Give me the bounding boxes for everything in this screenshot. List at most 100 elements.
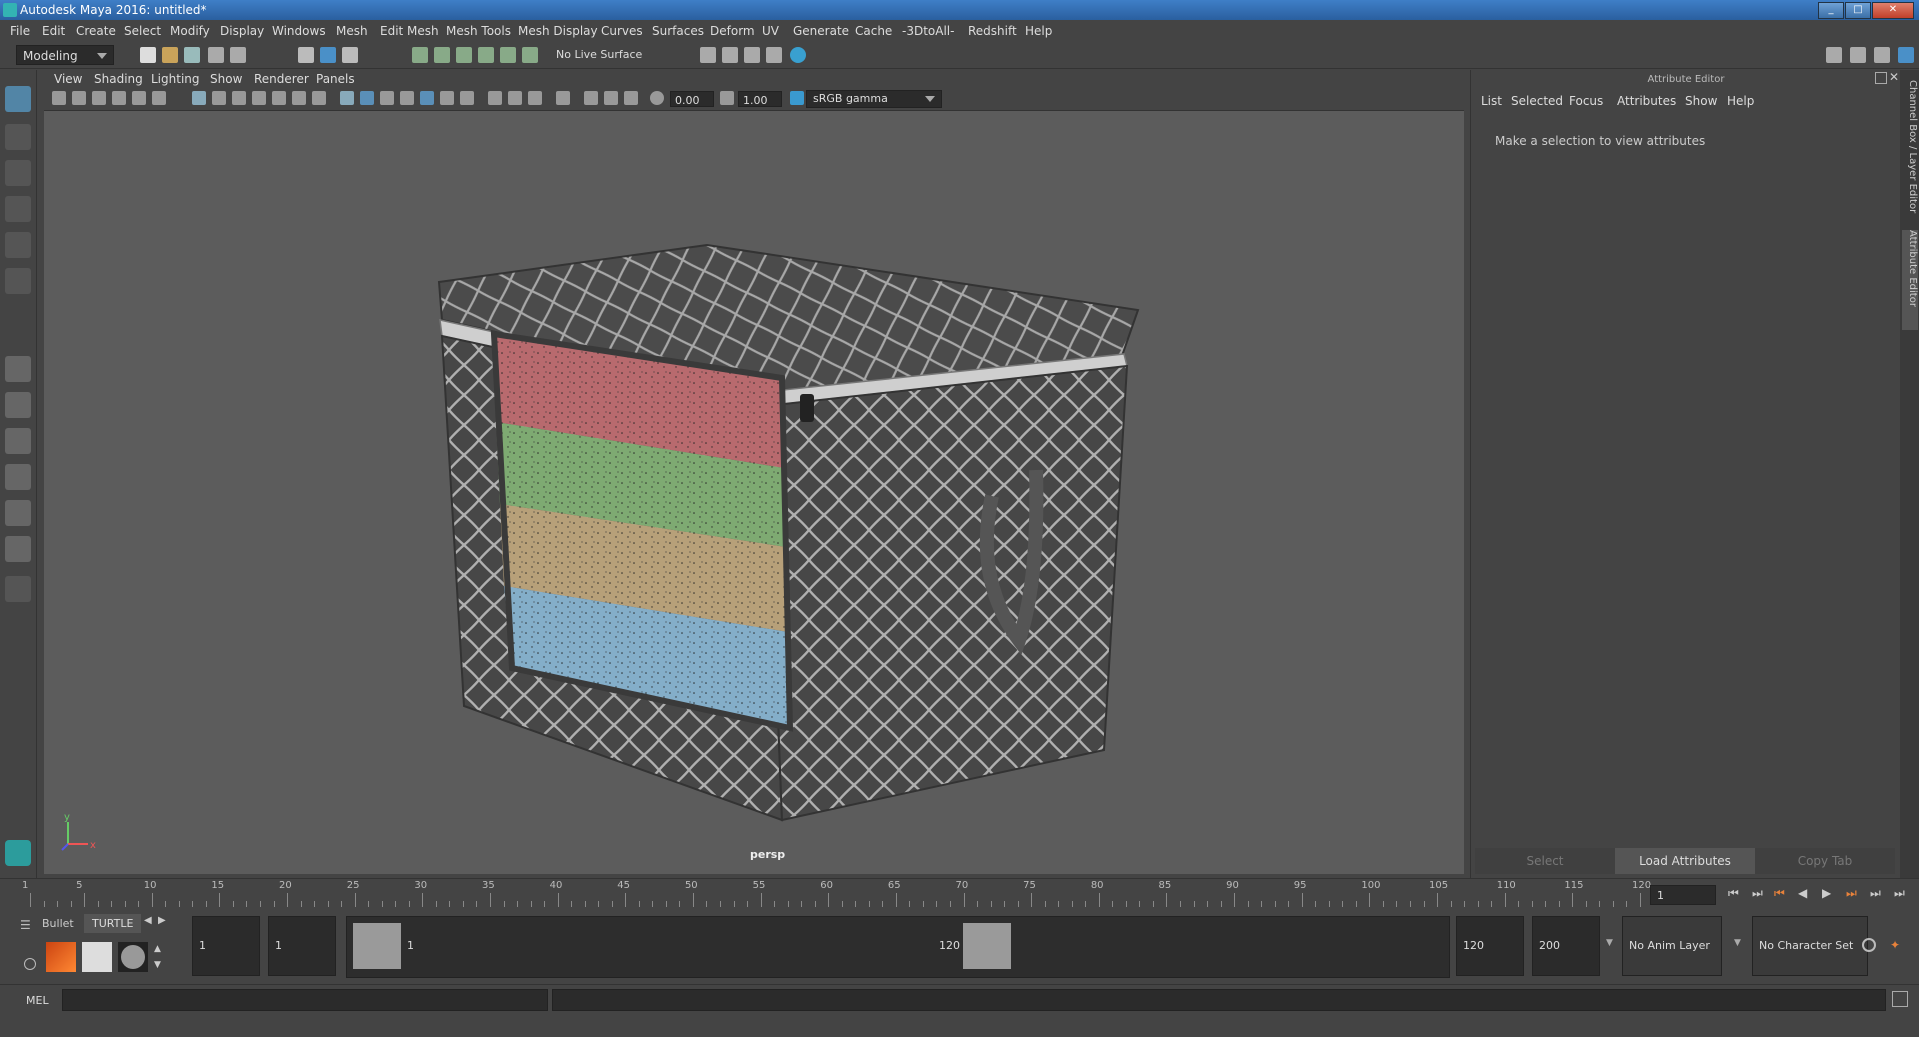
menu-curves[interactable]: Curves (601, 24, 643, 38)
character-set-dropdown[interactable]: No Character Set (1752, 916, 1868, 976)
exposure-icon[interactable] (650, 91, 664, 105)
scale-tool-icon[interactable] (5, 268, 31, 294)
render-settings-icon[interactable] (766, 47, 782, 63)
shelf-menu-icon[interactable]: ☰ (20, 918, 40, 932)
shadows-icon[interactable] (460, 91, 474, 105)
2d-pan-zoom-icon[interactable] (132, 91, 146, 105)
camera-attributes-icon[interactable] (72, 91, 86, 105)
menu-surfaces[interactable]: Surfaces (652, 24, 704, 38)
close-panel-icon[interactable]: ✕ (1889, 70, 1899, 84)
minimize-button[interactable]: _ (1818, 2, 1844, 19)
vp-menu-shading[interactable]: Shading (94, 72, 143, 86)
render-shelf-icon[interactable] (46, 942, 76, 972)
close-button[interactable]: ✕ (1872, 2, 1914, 19)
select-object-icon[interactable] (320, 47, 336, 63)
more-layouts-icon[interactable] (5, 576, 31, 602)
load-attributes-button[interactable]: Load Attributes (1615, 848, 1755, 874)
anti-aliasing-icon[interactable] (528, 91, 542, 105)
channel-box-toggle-icon[interactable] (1898, 47, 1914, 63)
snap-surface-icon[interactable] (522, 47, 538, 63)
hypershade-layout-icon[interactable] (5, 536, 31, 562)
save-scene-icon[interactable] (184, 47, 200, 63)
go-to-end-icon[interactable]: ⏭ (1894, 886, 1905, 901)
live-surface-label[interactable]: No Live Surface (556, 48, 642, 61)
open-scene-icon[interactable] (162, 47, 178, 63)
xray-active-icon[interactable] (604, 91, 618, 105)
menu-create[interactable]: Create (76, 24, 116, 38)
command-input[interactable] (62, 989, 548, 1011)
range-start-handle[interactable] (353, 923, 401, 969)
camera-icon[interactable] (52, 91, 66, 105)
time-slider[interactable]: 1 5 10 15 20 25 30 35 40 45 50 55 60 65 70 75 80 85 90 95 10… (0, 878, 1919, 911)
xray-joints-icon[interactable] (624, 91, 638, 105)
menu-edit-mesh[interactable]: Edit Mesh (380, 24, 439, 38)
menu-mesh[interactable]: Mesh (336, 24, 368, 38)
auto-key-icon[interactable] (1862, 938, 1876, 952)
go-to-start-icon[interactable]: ⏮ (1728, 886, 1739, 901)
smooth-shade-icon[interactable] (360, 91, 374, 105)
single-view-layout-icon[interactable] (5, 356, 31, 382)
step-back-frame-icon[interactable]: ⏭ (1752, 886, 1763, 901)
play-backwards-icon[interactable]: ◀ (1798, 886, 1807, 900)
step-back-key-icon[interactable]: ⏮ (1774, 886, 1785, 901)
ae-select-button[interactable]: Select (1475, 848, 1615, 874)
grease-pencil-icon[interactable] (152, 91, 166, 105)
vp-menu-lighting[interactable]: Lighting (151, 72, 200, 86)
tab-attribute-editor[interactable]: Attribute Editor (1902, 230, 1918, 330)
playback-start-field[interactable]: 1 (268, 916, 336, 976)
ae-menu-list[interactable]: List (1481, 94, 1502, 108)
default-material-icon[interactable] (400, 91, 414, 105)
rotate-tool-icon[interactable] (5, 232, 31, 258)
menu-uv[interactable]: UV (762, 24, 779, 38)
menu-deform[interactable]: Deform (710, 24, 755, 38)
range-slider[interactable]: 1 120 (346, 916, 1450, 978)
snap-live-icon[interactable] (500, 47, 516, 63)
shelf-scroll-left-icon[interactable]: ◀ (144, 915, 152, 926)
maximize-button[interactable]: □ (1845, 2, 1871, 19)
film-gate-icon[interactable] (212, 91, 226, 105)
animation-end-field[interactable]: 200 (1532, 916, 1600, 976)
two-view-layout-icon[interactable] (5, 428, 31, 454)
ae-menu-show[interactable]: Show (1685, 94, 1717, 108)
shelf-scroll-right-icon[interactable]: ▶ (158, 915, 166, 926)
four-view-layout-icon[interactable] (5, 392, 31, 418)
render-current-icon[interactable] (722, 47, 738, 63)
range-end-handle[interactable] (963, 923, 1011, 969)
script-editor-icon[interactable] (1892, 991, 1908, 1007)
modeling-toolkit-icon[interactable] (1826, 47, 1842, 63)
move-tool-icon[interactable] (5, 196, 31, 222)
shelf-options-icon[interactable] (24, 958, 36, 970)
paint-select-tool-icon[interactable] (5, 160, 31, 186)
view-transform-dropdown[interactable]: sRGB gamma (806, 90, 942, 108)
gate-mask-icon[interactable] (252, 91, 266, 105)
snap-point-icon[interactable] (456, 47, 472, 63)
scene-canvas[interactable]: persp y x (44, 110, 1464, 874)
select-component-icon[interactable] (342, 47, 358, 63)
bookmark-icon[interactable] (92, 91, 106, 105)
ipr-render-icon[interactable] (744, 47, 760, 63)
resolution-gate-icon[interactable] (232, 91, 246, 105)
menu-help[interactable]: Help (1025, 24, 1052, 38)
storage-bag-model[interactable] (437, 243, 1140, 822)
anim-layer-dropdown[interactable]: No Anim Layer (1622, 916, 1722, 976)
float-panel-icon[interactable] (1875, 72, 1887, 84)
character-controls-icon[interactable] (1850, 47, 1866, 63)
vp-menu-show[interactable]: Show (210, 72, 242, 86)
ae-menu-help[interactable]: Help (1727, 94, 1754, 108)
shader-ball-icon[interactable] (118, 942, 148, 972)
motion-blur-icon[interactable] (508, 91, 522, 105)
shelf-up-icon[interactable]: ▲ (154, 944, 161, 954)
menu-edit[interactable]: Edit (42, 24, 65, 38)
snap-curve-icon[interactable] (434, 47, 450, 63)
menu-select[interactable]: Select (124, 24, 161, 38)
script-language-label[interactable]: MEL (26, 994, 49, 1007)
viewport-panel[interactable]: View Shading Lighting Show Renderer Pane… (44, 70, 1464, 874)
exposure-field[interactable]: 0.00 (670, 91, 714, 107)
menu-file[interactable]: File (10, 24, 30, 38)
step-forward-key-icon[interactable]: ⏭ (1846, 886, 1857, 901)
vp-menu-renderer[interactable]: Renderer (254, 72, 309, 86)
render-view-icon[interactable] (700, 47, 716, 63)
new-scene-icon[interactable] (140, 47, 156, 63)
menu-mesh-tools[interactable]: Mesh Tools (446, 24, 511, 38)
color-management-icon[interactable] (790, 91, 804, 105)
